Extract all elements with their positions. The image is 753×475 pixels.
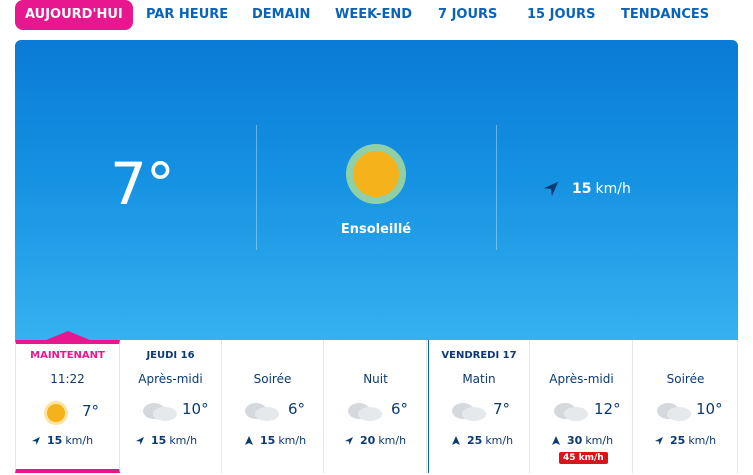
wind-direction-icon bbox=[543, 181, 559, 197]
wind-speed: 15 bbox=[151, 434, 167, 447]
wind-unit: km/h bbox=[65, 434, 94, 447]
forecast-time: Après-midi bbox=[549, 372, 614, 386]
wind-unit: km/h bbox=[378, 434, 407, 447]
forecast-time: Matin bbox=[462, 372, 496, 386]
forecast-time: Soirée bbox=[666, 372, 705, 386]
wind-unit: km/h bbox=[595, 181, 631, 197]
forecast-temp: 12° bbox=[594, 400, 621, 418]
wind-speed: 15 bbox=[260, 434, 276, 447]
cloud-icon bbox=[452, 403, 486, 421]
current-condition: Ensoleillé bbox=[340, 222, 412, 237]
forecast-wind: 15 km/h bbox=[244, 434, 306, 447]
forecast-temp: 6° bbox=[288, 400, 306, 418]
forecast-tabs: AUJOURD'HUI PAR HEURE DEMAIN WEEK-END 7 … bbox=[0, 0, 753, 32]
forecast-wind: 30 km/h bbox=[551, 434, 613, 447]
forecast-wind: 15 km/h bbox=[135, 434, 197, 447]
current-wind: 15 km/h bbox=[542, 180, 631, 198]
forecast-temp: 10° bbox=[696, 400, 723, 418]
cloud-icon bbox=[245, 403, 279, 421]
wind-direction-icon bbox=[32, 436, 40, 445]
tab-week-end[interactable]: WEEK-END bbox=[335, 0, 412, 30]
wind-direction-icon bbox=[452, 435, 460, 445]
wind-direction-icon bbox=[345, 436, 353, 445]
wind-direction-icon bbox=[245, 435, 253, 445]
current-temperature: 7° bbox=[110, 150, 175, 218]
forecast-wind: 25 km/h bbox=[451, 434, 513, 447]
cloud-icon bbox=[657, 403, 691, 421]
sun-icon bbox=[47, 404, 65, 422]
forecast-day: VENDREDI 17 bbox=[441, 350, 517, 361]
cloud-icon bbox=[554, 403, 588, 421]
forecast-item[interactable]: JEUDI 16 Après-midi 10° 15 km/h bbox=[120, 340, 222, 473]
tab-aujourdhui[interactable]: AUJOURD'HUI bbox=[15, 0, 133, 30]
cloud-icon bbox=[143, 403, 177, 421]
forecast-temp: 7° bbox=[493, 400, 511, 418]
forecast-temp: 7° bbox=[82, 402, 100, 420]
tab-15-jours[interactable]: 15 JOURS bbox=[527, 0, 595, 30]
forecast-day: JEUDI 16 bbox=[146, 350, 195, 361]
forecast-item-now[interactable]: MAINTENANT 11:22 7° 15 km/h bbox=[15, 340, 120, 473]
wind-direction-icon bbox=[552, 435, 560, 445]
wind-speed: 25 bbox=[670, 434, 686, 447]
current-weather-panel: 7° Ensoleillé 15 km/h bbox=[15, 40, 738, 340]
forecast-wind: 20 km/h bbox=[344, 434, 406, 447]
wind-unit: km/h bbox=[169, 434, 198, 447]
forecast-strip: MAINTENANT 11:22 7° 15 km/h JEUDI 16 Aprè… bbox=[15, 340, 738, 475]
wind-speed: 25 bbox=[467, 434, 483, 447]
wind-unit: km/h bbox=[485, 434, 514, 447]
wind-unit: km/h bbox=[688, 434, 717, 447]
forecast-item[interactable]: Nuit 6° 20 km/h bbox=[325, 340, 427, 473]
wind-gust-badge: 45 km/h bbox=[559, 452, 608, 464]
wind-direction-icon bbox=[655, 436, 663, 445]
divider bbox=[256, 125, 257, 250]
wind-speed: 30 bbox=[567, 434, 583, 447]
selected-pointer bbox=[46, 331, 90, 340]
forecast-day: MAINTENANT bbox=[30, 350, 105, 361]
divider bbox=[496, 125, 497, 250]
wind-direction-icon bbox=[136, 436, 144, 445]
forecast-wind: 25 km/h bbox=[654, 434, 716, 447]
tab-demain[interactable]: DEMAIN bbox=[252, 0, 310, 30]
forecast-item[interactable]: Soirée 10° 25 km/h bbox=[634, 340, 738, 473]
forecast-temp: 10° bbox=[182, 400, 209, 418]
cloud-icon bbox=[348, 403, 382, 421]
forecast-time: Après-midi bbox=[138, 372, 203, 386]
tab-par-heure[interactable]: PAR HEURE bbox=[146, 0, 228, 30]
wind-speed: 20 bbox=[360, 434, 376, 447]
wind-unit: km/h bbox=[278, 434, 307, 447]
wind-speed: 15 bbox=[572, 181, 592, 197]
wind-speed: 15 bbox=[47, 434, 63, 447]
forecast-time: Nuit bbox=[363, 372, 388, 386]
forecast-wind: 15 km/h bbox=[31, 434, 93, 447]
forecast-time: 11:22 bbox=[50, 372, 85, 386]
sun-icon bbox=[346, 144, 406, 204]
forecast-time: Soirée bbox=[253, 372, 292, 386]
forecast-item[interactable]: Soirée 6° 15 km/h bbox=[222, 340, 324, 473]
forecast-item[interactable]: VENDREDI 17 Matin 7° 25 km/h bbox=[428, 340, 530, 473]
tab-7-jours[interactable]: 7 JOURS bbox=[438, 0, 497, 30]
forecast-item[interactable]: Après-midi 12° 30 km/h 45 km/h bbox=[531, 340, 633, 473]
wind-unit: km/h bbox=[585, 434, 614, 447]
forecast-temp: 6° bbox=[391, 400, 409, 418]
tab-tendances[interactable]: TENDANCES bbox=[621, 0, 709, 30]
